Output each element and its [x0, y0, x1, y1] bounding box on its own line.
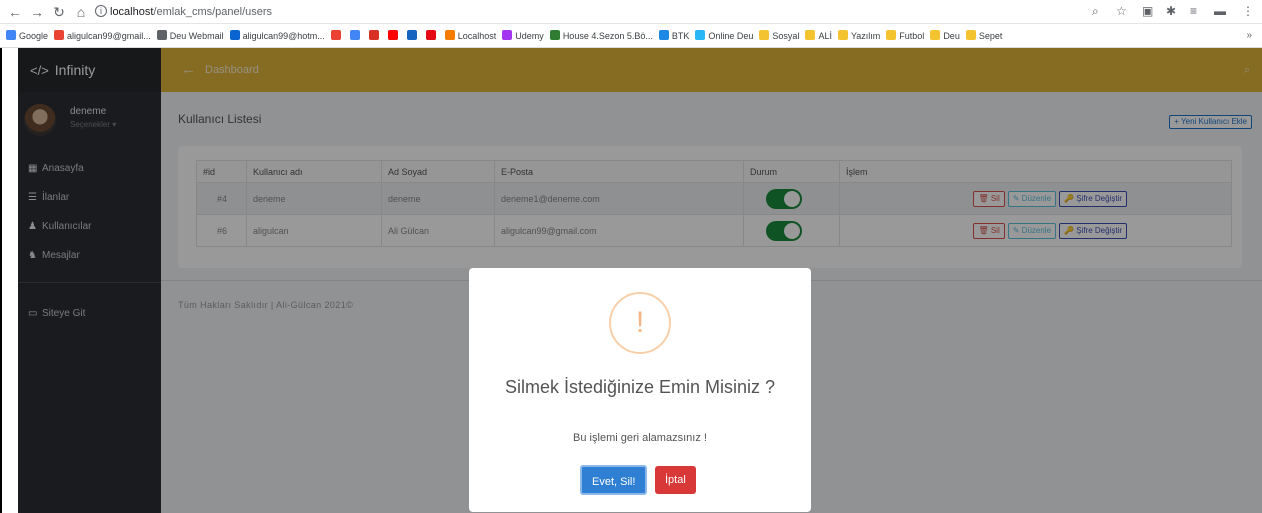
bookmark-icon — [330, 30, 341, 40]
bookmark-item[interactable] — [387, 24, 401, 47]
bookmark-item[interactable]: ALİ — [805, 24, 832, 47]
site-info-icon[interactable]: i — [95, 5, 107, 17]
bookmark-label: Deu — [943, 31, 960, 41]
bookmark-item[interactable]: Udemy — [502, 24, 544, 47]
bookmark-item[interactable]: BTK — [658, 24, 690, 47]
bookmark-item[interactable]: aligulcan99@hotm... — [229, 24, 325, 47]
confirm-delete-button[interactable]: Evet, Sil! — [580, 465, 648, 495]
bookmark-label: Sosyal — [772, 31, 800, 41]
zoom-icon[interactable]: ⌕ — [1092, 4, 1099, 19]
window-edge — [0, 48, 18, 513]
bookmark-icon — [549, 30, 560, 40]
bookmark-item[interactable]: Google — [6, 24, 49, 47]
bookmark-label: Udemy — [515, 31, 544, 41]
reading-list-icon[interactable]: ≡ — [1190, 4, 1197, 18]
bookmark-item[interactable]: aligulcan99@gmail... — [54, 24, 151, 47]
bookmark-label: Deu Webmail — [169, 31, 224, 41]
bookmark-icon — [368, 30, 379, 40]
menu-icon[interactable]: ⋮ — [1242, 4, 1254, 18]
bookmark-icon — [759, 30, 770, 40]
extension-icon[interactable]: ▣ — [1142, 4, 1153, 18]
bookmark-icon — [444, 30, 455, 40]
warning-mark: ! — [635, 306, 645, 339]
bookmark-label: Google — [19, 31, 49, 41]
url-path: /emlak_cms/panel/users — [153, 6, 273, 18]
browser-toolbar: ← → ↻ ⌂ i localhost/emlak_cms/panel/user… — [0, 0, 1262, 24]
puzzle-icon[interactable]: ✱ — [1166, 4, 1176, 18]
bookmark-item[interactable] — [330, 24, 344, 47]
bookmark-item[interactable]: Sepet — [965, 24, 1003, 47]
bookmark-label: Futbol — [899, 31, 925, 41]
bookmark-icon — [805, 30, 816, 40]
bookmark-icon — [837, 30, 848, 40]
bookmark-item[interactable] — [349, 24, 363, 47]
bookmarks-more-icon[interactable]: » — [1246, 24, 1252, 47]
bookmark-item[interactable]: Sosyal — [759, 24, 800, 47]
star-icon[interactable]: ☆ — [1116, 4, 1127, 18]
cancel-button[interactable]: İptal — [655, 466, 696, 494]
profile-icon[interactable]: ▬ — [1214, 4, 1226, 18]
bookmark-item[interactable]: Localhost — [444, 24, 497, 47]
bookmark-icon — [658, 30, 669, 40]
bookmark-icon — [695, 30, 706, 40]
bookmark-item[interactable]: Deu — [930, 24, 960, 47]
bookmark-icon — [349, 30, 360, 40]
bookmark-item[interactable]: House 4.Sezon 5.Bö... — [549, 24, 653, 47]
bookmark-item[interactable]: Futbol — [886, 24, 925, 47]
bookmark-icon — [229, 30, 240, 40]
bookmark-icon — [156, 30, 167, 40]
bookmark-item[interactable]: Deu Webmail — [156, 24, 224, 47]
bookmark-item[interactable] — [368, 24, 382, 47]
bookmark-icon — [54, 30, 65, 40]
warning-icon: ! — [609, 292, 671, 354]
dialog-text: Bu işlemi geri alamazsınız ! — [573, 432, 707, 444]
address-bar[interactable]: localhost/emlak_cms/panel/users — [110, 2, 1190, 22]
bookmark-label: Online Deu — [708, 31, 754, 41]
bookmark-label: aligulcan99@hotm... — [242, 31, 325, 41]
home-icon[interactable]: ⌂ — [72, 3, 90, 21]
back-icon[interactable]: ← — [6, 3, 24, 21]
bookmark-label: BTK — [671, 31, 690, 41]
reload-icon[interactable]: ↻ — [50, 3, 68, 21]
bookmark-label: ALİ — [818, 31, 832, 41]
forward-icon[interactable]: → — [28, 3, 46, 21]
bookmark-item[interactable]: Online Deu — [695, 24, 754, 47]
bookmark-icon — [425, 30, 436, 40]
confirm-dialog: ! Silmek İstediğinize Emin Misiniz ? Bu … — [469, 268, 811, 512]
dialog-title: Silmek İstediğinize Emin Misiniz ? — [504, 377, 776, 397]
bookmark-icon — [387, 30, 398, 40]
bookmarks-bar: Google aligulcan99@gmail... Deu Webmail ali… — [0, 24, 1262, 48]
bookmark-label: House 4.Sezon 5.Bö... — [562, 31, 653, 41]
bookmark-item[interactable] — [406, 24, 420, 47]
bookmark-icon — [930, 30, 941, 40]
bookmark-label: Sepet — [978, 31, 1003, 41]
bookmark-icon — [6, 30, 16, 40]
url-host: localhost — [110, 6, 154, 18]
bookmark-icon — [886, 30, 897, 40]
bookmark-label: aligulcan99@gmail... — [67, 31, 151, 41]
bookmark-icon — [965, 30, 976, 40]
bookmark-icon — [502, 30, 513, 40]
bookmark-icon — [406, 30, 417, 40]
bookmark-label: Yazılım — [850, 31, 881, 41]
bookmark-label: Localhost — [457, 31, 497, 41]
bookmark-item[interactable]: Yazılım — [837, 24, 881, 47]
bookmark-item[interactable] — [425, 24, 439, 47]
